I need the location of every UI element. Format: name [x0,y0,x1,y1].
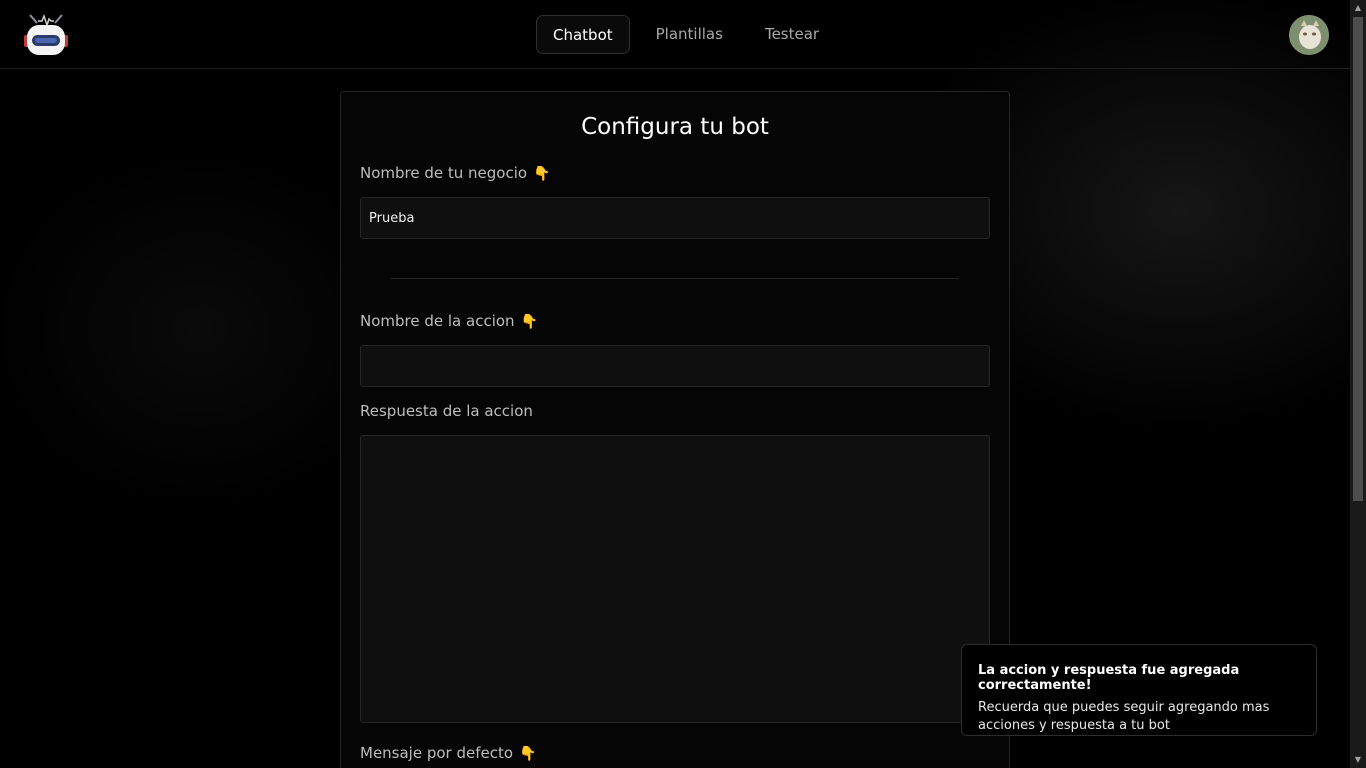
default-message-label-text: Mensaje por defecto [360,744,514,762]
toast-title: La accion y respuesta fue agregada corre… [978,663,1240,693]
action-name-input[interactable] [360,345,990,387]
nav-tab-chatbot[interactable]: Chatbot [536,15,630,54]
pointing-down-icon: 👇 [520,314,538,330]
main-nav: Chatbot Plantillas Testear [536,15,845,54]
business-name-label-text: Nombre de tu negocio [360,164,528,182]
toast-description: Recuerda que puedes seguir agregando mas… [978,700,1270,733]
pointing-down-icon: 👇 [533,166,551,182]
page: Chatbot Plantillas Testear ▲ ▼ Configura… [0,0,1366,768]
scroll-down-arrow-icon[interactable]: ▼ [1350,752,1366,768]
action-name-label-text: Nombre de la accion [360,312,515,330]
vertical-scrollbar[interactable]: ▲ ▼ [1350,0,1366,768]
default-message-label: Mensaje por defecto 👇 [360,744,536,762]
action-response-label: Respuesta de la accion [360,402,533,420]
user-avatar[interactable] [1289,15,1329,55]
success-toast[interactable]: La accion y respuesta fue agregada corre… [961,644,1317,736]
business-name-input[interactable] [360,197,990,239]
top-navbar: Chatbot Plantillas Testear [0,0,1350,69]
section-divider [391,278,959,279]
nav-tab-plantillas[interactable]: Plantillas [640,15,739,54]
action-response-textarea[interactable] [360,435,990,723]
robot-logo-icon[interactable] [20,11,72,59]
pointing-down-icon: 👇 [519,746,537,762]
action-name-label: Nombre de la accion 👇 [360,312,538,330]
nav-tab-testear[interactable]: Testear [749,15,835,54]
scroll-up-arrow-icon[interactable]: ▲ [1350,0,1366,16]
business-name-label: Nombre de tu negocio 👇 [360,164,551,182]
bot-config-card: Configura tu bot Nombre de tu negocio 👇 N… [340,91,1010,768]
page-title: Configura tu bot [581,114,769,140]
scrollbar-thumb[interactable] [1353,17,1363,501]
